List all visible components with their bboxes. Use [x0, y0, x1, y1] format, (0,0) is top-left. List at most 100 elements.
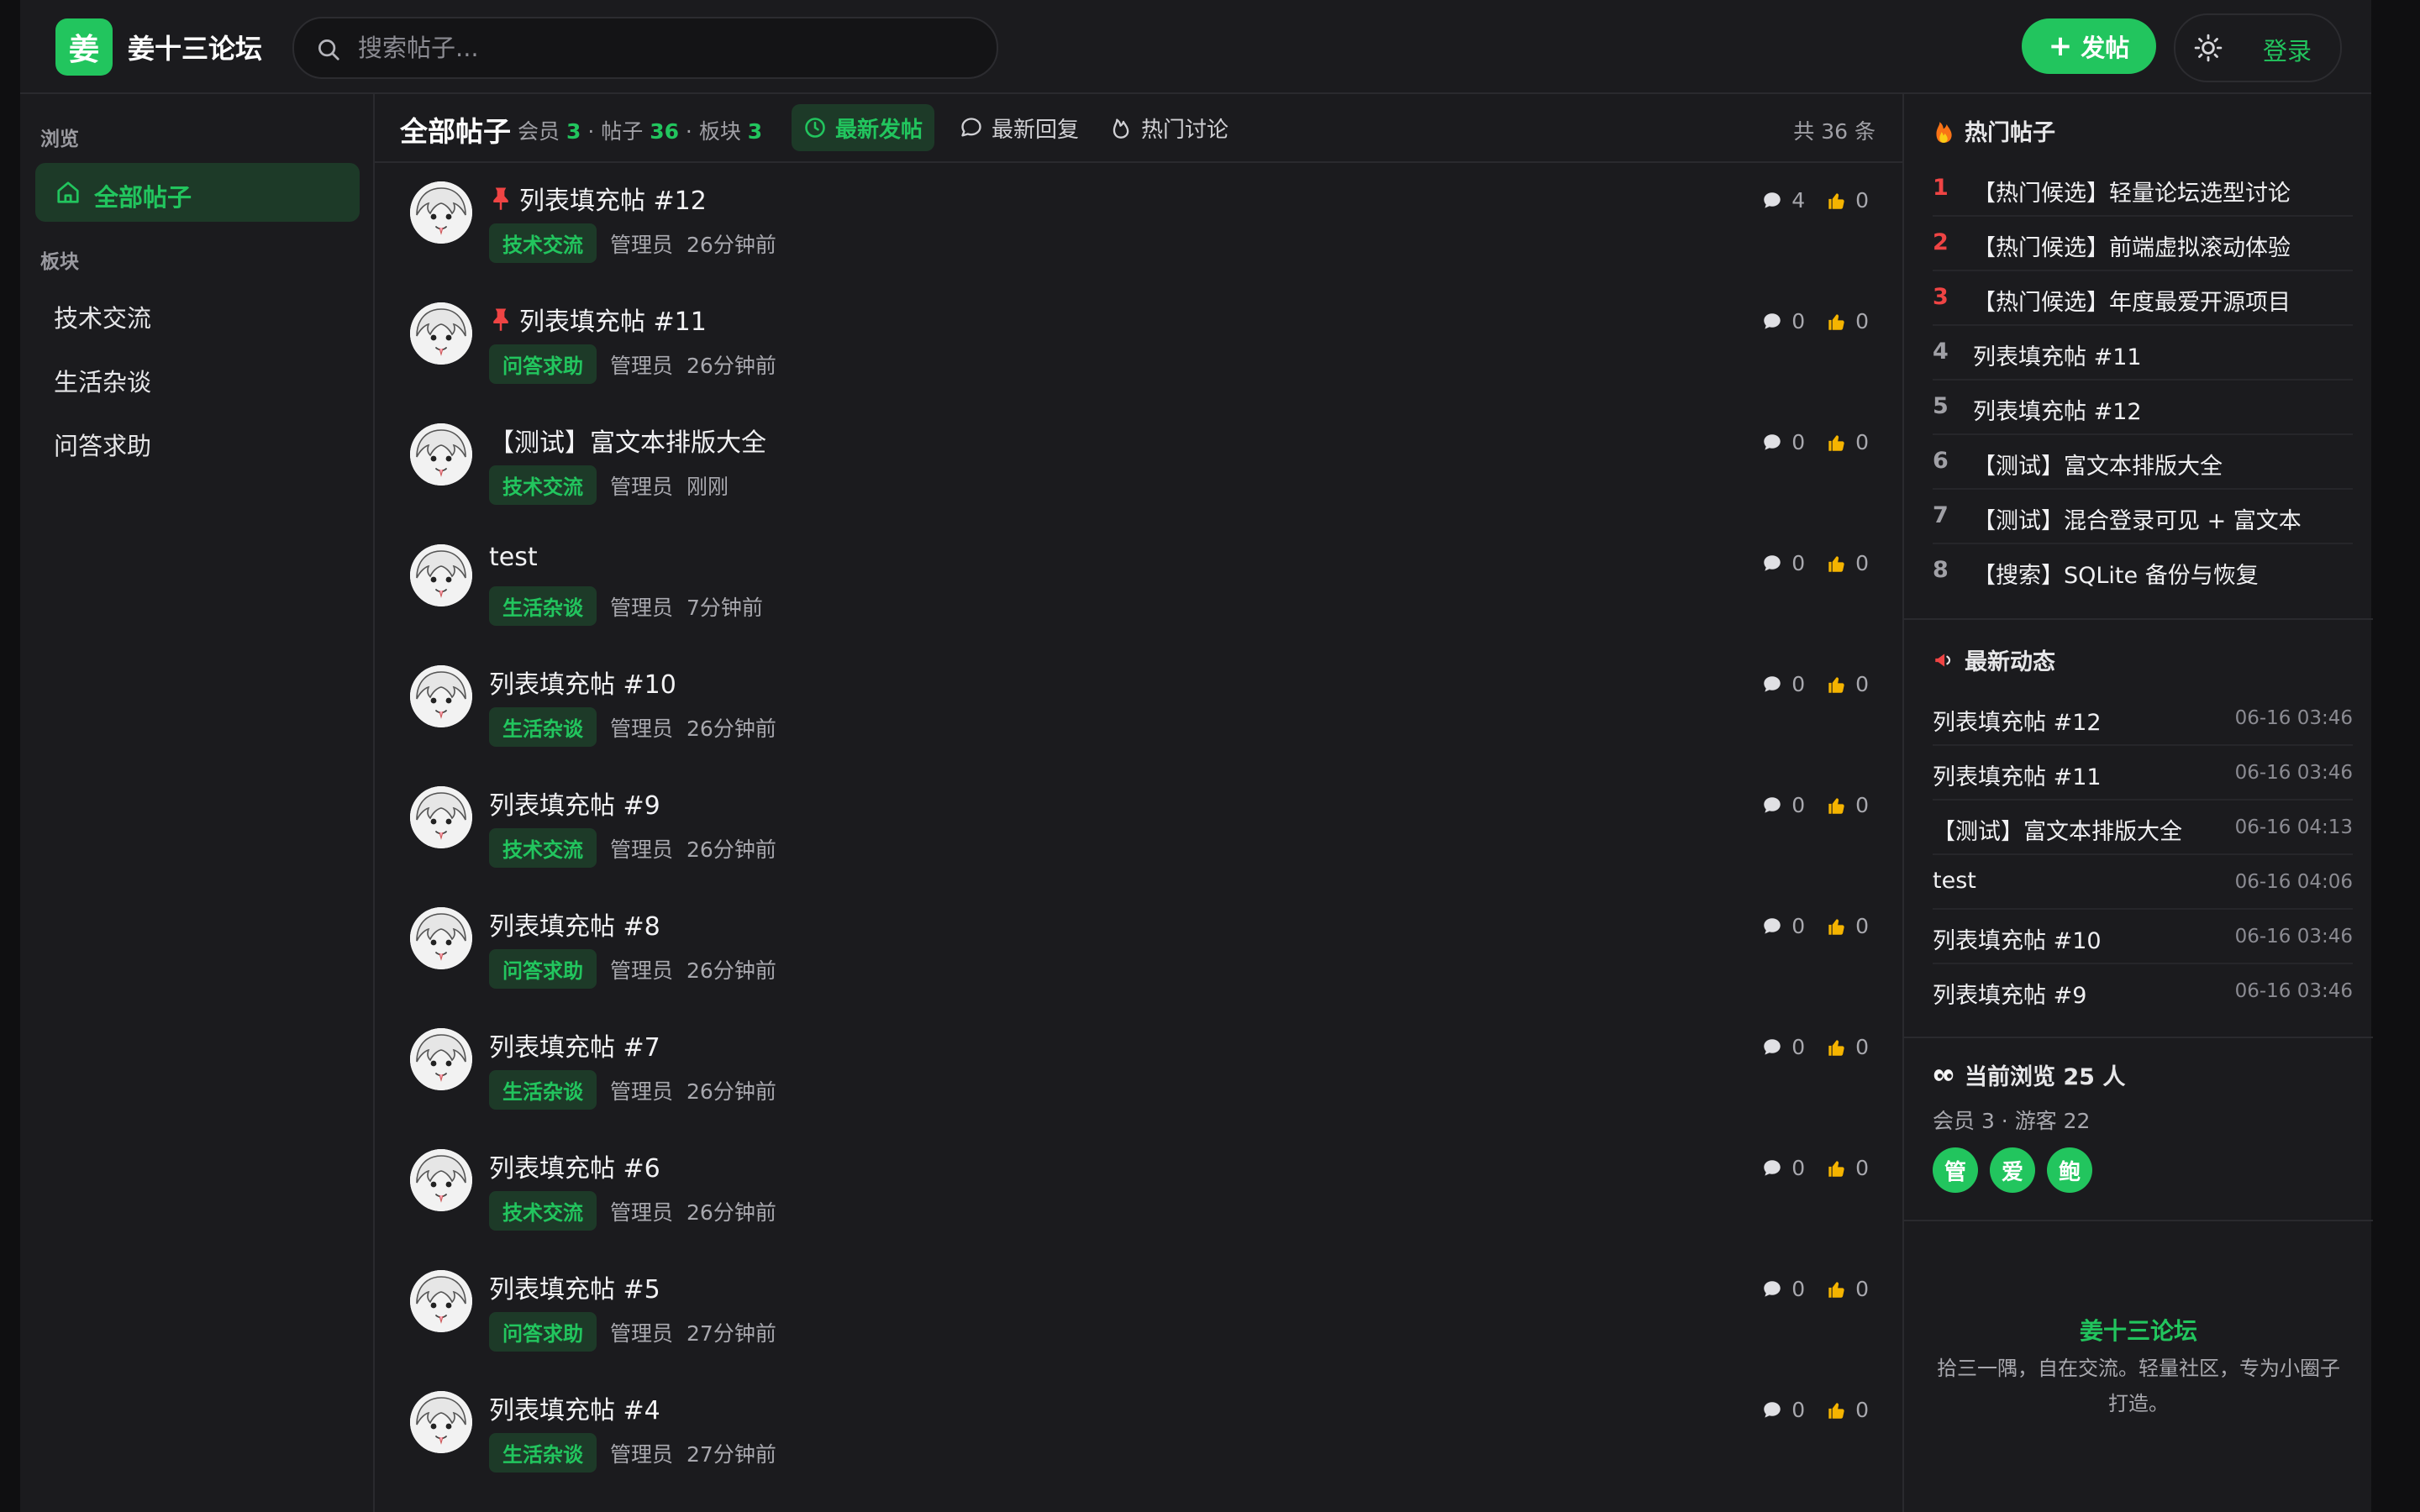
post-row[interactable]: 【测试】富文本排版大全 技术交流 管理员 刚刚 0 0: [375, 405, 1902, 526]
like-count[interactable]: 0: [1825, 914, 1869, 938]
avatar[interactable]: [410, 907, 472, 969]
like-count[interactable]: 0: [1825, 793, 1869, 817]
avatar[interactable]: 鲍: [2047, 1147, 2092, 1193]
tab-latest-replies[interactable]: 最新回复: [948, 104, 1091, 151]
post-title[interactable]: 列表填充帖 #12: [489, 180, 707, 217]
thumbs-up-icon: [1828, 797, 1844, 814]
tab-hot-discussions[interactable]: 热门讨论: [1097, 104, 1240, 151]
logo[interactable]: 姜: [55, 18, 113, 76]
avatar[interactable]: [410, 423, 472, 486]
sidebar-item-life[interactable]: 生活杂谈: [35, 349, 360, 405]
hot-post-item[interactable]: 4 列表填充帖 #11: [1933, 325, 2353, 381]
post-title[interactable]: 列表填充帖 #5: [489, 1268, 660, 1305]
post-row[interactable]: 列表填充帖 #12 技术交流 管理员 26分钟前 4 0: [375, 163, 1902, 284]
post-author[interactable]: 管理员: [610, 1438, 673, 1468]
hot-post-item[interactable]: 7 【测试】混合登录可见 + 富文本: [1933, 489, 2353, 544]
board-tag[interactable]: 问答求助: [489, 949, 597, 989]
post-title[interactable]: 列表填充帖 #7: [489, 1026, 660, 1063]
post-author[interactable]: 管理员: [610, 954, 673, 984]
post-author[interactable]: 管理员: [610, 349, 673, 380]
board-tag[interactable]: 技术交流: [489, 465, 597, 505]
like-count[interactable]: 0: [1825, 1398, 1869, 1422]
hot-post-item[interactable]: 5 列表填充帖 #12: [1933, 380, 2353, 435]
board-tag[interactable]: 生活杂谈: [489, 1070, 597, 1110]
post-author[interactable]: 管理员: [610, 591, 673, 622]
avatar[interactable]: [410, 1149, 472, 1211]
post-title[interactable]: 列表填充帖 #8: [489, 906, 660, 942]
avatar[interactable]: [410, 1270, 472, 1332]
activity-item[interactable]: 【测试】富文本排版大全 06-16 04:13: [1933, 800, 2353, 855]
post-title[interactable]: 列表填充帖 #6: [489, 1147, 660, 1184]
post-author[interactable]: 管理员: [610, 1075, 673, 1105]
login-link[interactable]: 登录: [2263, 32, 2312, 67]
board-tag[interactable]: 生活杂谈: [489, 586, 597, 626]
activity-item[interactable]: 列表填充帖 #10 06-16 03:46: [1933, 909, 2353, 964]
post-author[interactable]: 管理员: [610, 228, 673, 259]
avatar[interactable]: [410, 302, 472, 365]
post-title[interactable]: 列表填充帖 #11: [489, 301, 707, 338]
board-tag[interactable]: 技术交流: [489, 828, 597, 868]
board-tag[interactable]: 技术交流: [489, 223, 597, 263]
post-row[interactable]: 列表填充帖 #7 生活杂谈 管理员 26分钟前 0 0: [375, 1010, 1902, 1131]
like-count[interactable]: 0: [1825, 1156, 1869, 1180]
theme-toggle-icon[interactable]: [2194, 34, 2223, 62]
activity-item[interactable]: 列表填充帖 #11 06-16 03:46: [1933, 745, 2353, 801]
avatar[interactable]: 爱: [1990, 1147, 2035, 1193]
board-tag[interactable]: 问答求助: [489, 344, 597, 384]
avatar[interactable]: [410, 665, 472, 727]
avatar[interactable]: [410, 544, 472, 606]
activity-time: 06-16 04:06: [2234, 871, 2353, 893]
post-title[interactable]: 列表填充帖 #10: [489, 664, 676, 701]
board-tag[interactable]: 生活杂谈: [489, 1433, 597, 1473]
post-row[interactable]: 列表填充帖 #4 生活杂谈 管理员 27分钟前 0 0: [375, 1373, 1902, 1494]
post-meta: 问答求助 管理员 26分钟前: [489, 949, 776, 989]
avatar[interactable]: [410, 181, 472, 244]
post-row[interactable]: 列表填充帖 #10 生活杂谈 管理员 26分钟前 0 0: [375, 647, 1902, 768]
like-count[interactable]: 0: [1825, 430, 1869, 454]
sidebar-item-all-posts[interactable]: 全部帖子: [35, 163, 360, 222]
post-row[interactable]: 列表填充帖 #9 技术交流 管理员 26分钟前 0 0: [375, 768, 1902, 889]
sidebar-item-qa[interactable]: 问答求助: [35, 413, 360, 469]
post-title[interactable]: test: [489, 543, 538, 572]
avatar[interactable]: 管: [1933, 1147, 1978, 1193]
board-tag[interactable]: 问答求助: [489, 1312, 597, 1352]
post-author[interactable]: 管理员: [610, 833, 673, 864]
sidebar-item-tech[interactable]: 技术交流: [35, 286, 360, 341]
search-input[interactable]: [356, 29, 948, 67]
like-count[interactable]: 0: [1825, 1035, 1869, 1059]
post-author[interactable]: 管理员: [610, 1196, 673, 1226]
hot-post-item[interactable]: 3 【热门候选】年度最爱开源项目: [1933, 270, 2353, 326]
avatar[interactable]: [410, 1391, 472, 1453]
tab-latest-posts[interactable]: 最新发帖: [792, 104, 935, 151]
like-count[interactable]: 0: [1825, 551, 1869, 575]
post-row[interactable]: 列表填充帖 #8 问答求助 管理员 26分钟前 0 0: [375, 889, 1902, 1010]
activity-item[interactable]: 列表填充帖 #9 06-16 03:46: [1933, 963, 2353, 1017]
post-author[interactable]: 管理员: [610, 712, 673, 743]
new-post-button[interactable]: + 发帖: [2022, 18, 2156, 74]
avatar[interactable]: [410, 786, 472, 848]
board-tag[interactable]: 生活杂谈: [489, 707, 597, 747]
post-author[interactable]: 管理员: [610, 470, 673, 501]
like-count[interactable]: 0: [1825, 309, 1869, 333]
like-count[interactable]: 0: [1825, 1277, 1869, 1301]
hot-post-item[interactable]: 8 【搜索】SQLite 备份与恢复: [1933, 543, 2353, 597]
board-tag[interactable]: 技术交流: [489, 1191, 597, 1231]
hot-post-item[interactable]: 6 【测试】富文本排版大全: [1933, 434, 2353, 490]
post-author[interactable]: 管理员: [610, 1317, 673, 1347]
post-title[interactable]: 列表填充帖 #4: [489, 1389, 660, 1426]
search-box[interactable]: [292, 17, 998, 79]
post-row[interactable]: 列表填充帖 #11 问答求助 管理员 26分钟前 0 0: [375, 284, 1902, 405]
post-row[interactable]: test 生活杂谈 管理员 7分钟前 0 0: [375, 526, 1902, 647]
post-row[interactable]: 列表填充帖 #6 技术交流 管理员 26分钟前 0 0: [375, 1131, 1902, 1252]
post-row[interactable]: 列表填充帖 #5 问答求助 管理员 27分钟前 0 0: [375, 1252, 1902, 1373]
post-title[interactable]: 列表填充帖 #9: [489, 785, 660, 822]
activity-item[interactable]: test 06-16 04:06: [1933, 854, 2353, 910]
post-title[interactable]: 【测试】富文本排版大全: [489, 422, 766, 459]
site-name[interactable]: 姜十三论坛: [128, 28, 262, 66]
like-count[interactable]: 0: [1825, 188, 1869, 213]
like-count[interactable]: 0: [1825, 672, 1869, 696]
avatar[interactable]: [410, 1028, 472, 1090]
hot-post-item[interactable]: 2 【热门候选】前端虚拟滚动体验: [1933, 216, 2353, 271]
hot-post-item[interactable]: 1 【热门候选】轻量论坛选型讨论: [1933, 161, 2353, 217]
activity-item[interactable]: 列表填充帖 #12 06-16 03:46: [1933, 690, 2353, 746]
